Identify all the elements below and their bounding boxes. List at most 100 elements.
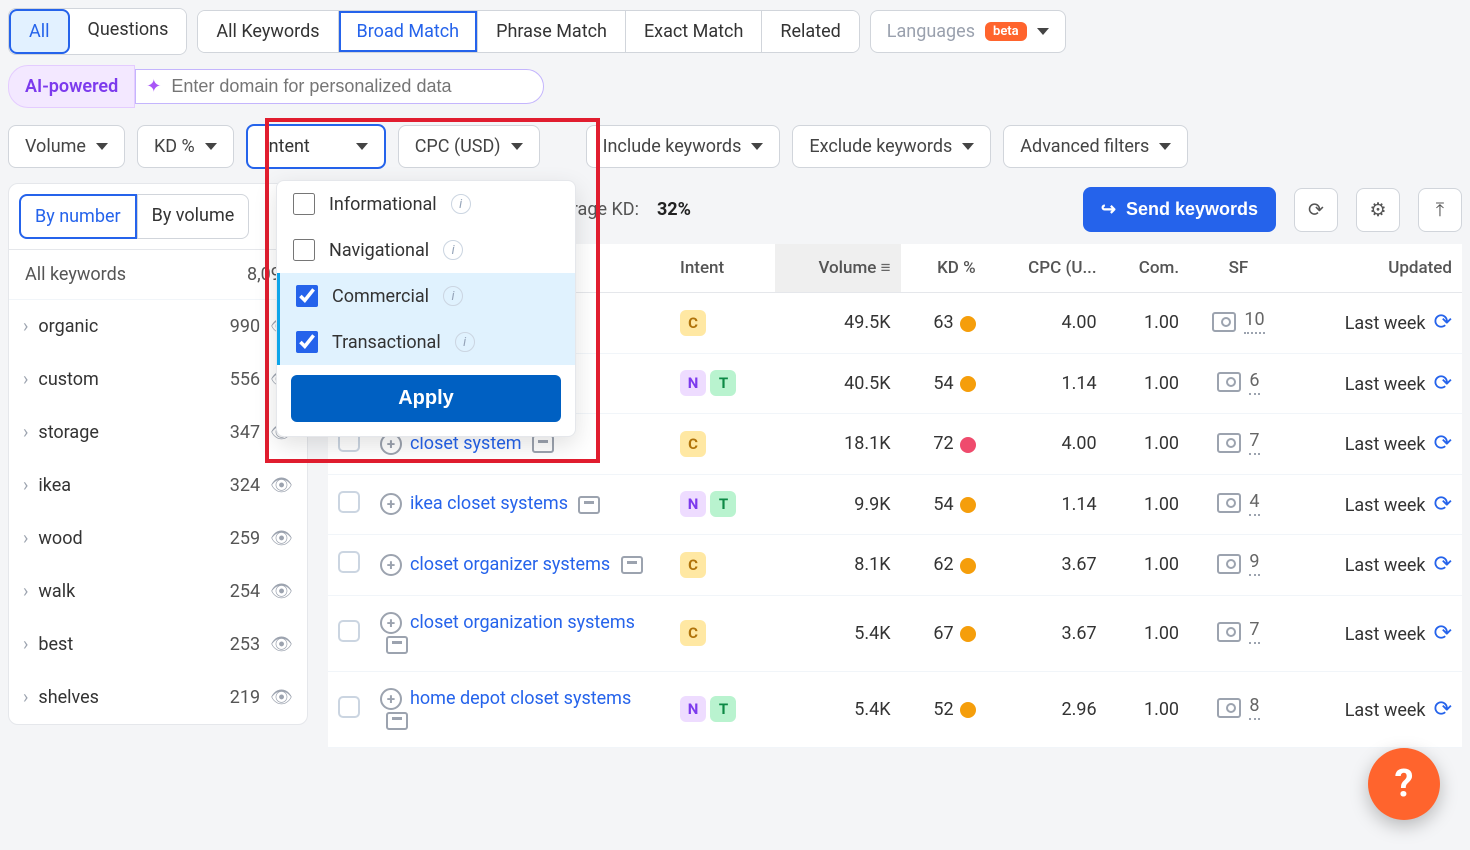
serp-preview-icon[interactable] (1212, 312, 1236, 332)
keyword-link[interactable]: home depot closet systems (410, 688, 631, 709)
tab-questions[interactable]: Questions (70, 9, 187, 54)
sidebar-item[interactable]: › walk 254 👁 (9, 565, 307, 618)
checkbox-transactional[interactable] (296, 331, 318, 353)
serp-preview-icon[interactable] (1217, 698, 1241, 718)
col-sf[interactable]: SF (1189, 244, 1288, 293)
domain-input[interactable] (171, 76, 531, 97)
sf-count[interactable]: 7 (1249, 619, 1259, 644)
col-intent[interactable]: Intent (670, 244, 775, 293)
checkbox-commercial[interactable] (296, 285, 318, 307)
col-updated[interactable]: Updated (1288, 244, 1462, 293)
kd-difficulty-dot (960, 316, 976, 332)
sf-count[interactable]: 4 (1249, 491, 1259, 516)
keyword-link[interactable]: ikea closet systems (410, 493, 568, 514)
serp-snapshot-icon[interactable] (386, 712, 408, 730)
refresh-row-icon[interactable]: ⟳ (1434, 621, 1452, 646)
info-icon[interactable]: i (455, 332, 475, 352)
tab-related[interactable]: Related (762, 11, 858, 52)
sidebar-item[interactable]: › wood 259 👁 (9, 512, 307, 565)
serp-snapshot-icon[interactable] (532, 435, 554, 453)
filter-cpc[interactable]: CPC (USD) (398, 125, 540, 168)
eye-icon[interactable]: 👁 (270, 634, 293, 655)
col-cpc[interactable]: CPC (U... (986, 244, 1107, 293)
checkbox-navigational[interactable] (293, 239, 315, 261)
eye-icon[interactable]: 👁 (270, 581, 293, 602)
sidebar-item[interactable]: › ikea 324 👁 (9, 459, 307, 512)
filter-include-keywords[interactable]: Include keywords (586, 125, 781, 168)
refresh-row-icon[interactable]: ⟳ (1434, 431, 1452, 456)
tab-phrase-match[interactable]: Phrase Match (478, 11, 626, 52)
send-keywords-button[interactable]: ↪ Send keywords (1083, 187, 1276, 232)
row-checkbox[interactable] (338, 696, 360, 718)
ai-input-container[interactable]: ✦ (135, 69, 544, 104)
export-button[interactable]: ⤒ (1418, 188, 1462, 232)
refresh-row-icon[interactable]: ⟳ (1434, 310, 1452, 335)
serp-preview-icon[interactable] (1217, 622, 1241, 642)
info-icon[interactable]: i (443, 286, 463, 306)
refresh-row-icon[interactable]: ⟳ (1434, 552, 1452, 577)
filter-kd[interactable]: KD % (137, 125, 234, 168)
keyword-link[interactable]: closet organizer systems (410, 554, 610, 575)
sf-count[interactable]: 8 (1249, 695, 1259, 720)
sidebar-tab-by-volume[interactable]: By volume (137, 194, 250, 239)
tab-broad-match[interactable]: Broad Match (339, 11, 479, 52)
add-keyword-icon[interactable]: + (380, 493, 402, 515)
intent-apply-button[interactable]: Apply (291, 375, 561, 422)
refresh-row-icon[interactable]: ⟳ (1434, 697, 1452, 722)
eye-icon[interactable]: 👁 (270, 687, 293, 708)
row-checkbox[interactable] (338, 620, 360, 642)
serp-preview-icon[interactable] (1217, 372, 1241, 392)
filter-exclude-keywords[interactable]: Exclude keywords (792, 125, 991, 168)
col-volume[interactable]: Volume ≡ (775, 244, 901, 293)
filter-intent[interactable]: Intent (246, 124, 386, 169)
sf-count[interactable]: 6 (1249, 370, 1259, 395)
add-keyword-icon[interactable]: + (380, 688, 402, 710)
cell-intent: C (670, 535, 775, 596)
refresh-row-icon[interactable]: ⟳ (1434, 492, 1452, 517)
sidebar-item[interactable]: › storage 347 👁 (9, 406, 307, 459)
filter-advanced[interactable]: Advanced filters (1003, 125, 1188, 168)
row-checkbox[interactable] (338, 551, 360, 573)
eye-icon[interactable]: 👁 (270, 475, 293, 496)
serp-preview-icon[interactable] (1217, 493, 1241, 513)
add-keyword-icon[interactable]: + (380, 612, 402, 634)
sf-count[interactable]: 10 (1244, 309, 1264, 334)
settings-button[interactable]: ⚙ (1356, 188, 1400, 232)
intent-option-informational[interactable]: Informational i (277, 181, 575, 227)
add-keyword-icon[interactable]: + (380, 554, 402, 576)
eye-icon[interactable]: 👁 (270, 528, 293, 549)
sidebar-item[interactable]: › custom 556 👁 (9, 353, 307, 406)
intent-option-transactional[interactable]: Transactional i (277, 319, 575, 365)
tab-exact-match[interactable]: Exact Match (626, 11, 762, 52)
intent-badge-t: T (710, 370, 736, 396)
info-icon[interactable]: i (451, 194, 471, 214)
serp-snapshot-icon[interactable] (386, 636, 408, 654)
refresh-row-icon[interactable]: ⟳ (1434, 371, 1452, 396)
tab-all-keywords[interactable]: All Keywords (198, 11, 338, 52)
intent-option-commercial[interactable]: Commercial i (277, 273, 575, 319)
sf-count[interactable]: 9 (1249, 551, 1259, 576)
sidebar-item[interactable]: › organic 990 👁 (9, 300, 307, 353)
tab-all[interactable]: All (9, 9, 70, 54)
keyword-link[interactable]: closet organization systems (410, 612, 635, 633)
intent-option-navigational[interactable]: Navigational i (277, 227, 575, 273)
col-kd[interactable]: KD % (901, 244, 986, 293)
sidebar-item[interactable]: › best 253 👁 (9, 618, 307, 671)
serp-snapshot-icon[interactable] (578, 496, 600, 514)
refresh-button[interactable]: ⟳ (1294, 188, 1338, 232)
row-checkbox[interactable] (338, 491, 360, 513)
help-fab[interactable]: ? (1368, 748, 1440, 820)
sf-count[interactable]: 7 (1249, 430, 1259, 455)
languages-dropdown[interactable]: Languages beta (870, 10, 1066, 53)
col-com[interactable]: Com. (1107, 244, 1189, 293)
cell-com: 1.00 (1107, 671, 1189, 747)
serp-snapshot-icon[interactable] (621, 556, 643, 574)
info-icon[interactable]: i (443, 240, 463, 260)
upload-icon: ⤒ (1436, 198, 1444, 221)
serp-preview-icon[interactable] (1217, 554, 1241, 574)
sidebar-tab-by-number[interactable]: By number (19, 194, 137, 239)
serp-preview-icon[interactable] (1217, 433, 1241, 453)
sidebar-item[interactable]: › shelves 219 👁 (9, 671, 307, 724)
filter-volume[interactable]: Volume (8, 125, 125, 168)
checkbox-informational[interactable] (293, 193, 315, 215)
